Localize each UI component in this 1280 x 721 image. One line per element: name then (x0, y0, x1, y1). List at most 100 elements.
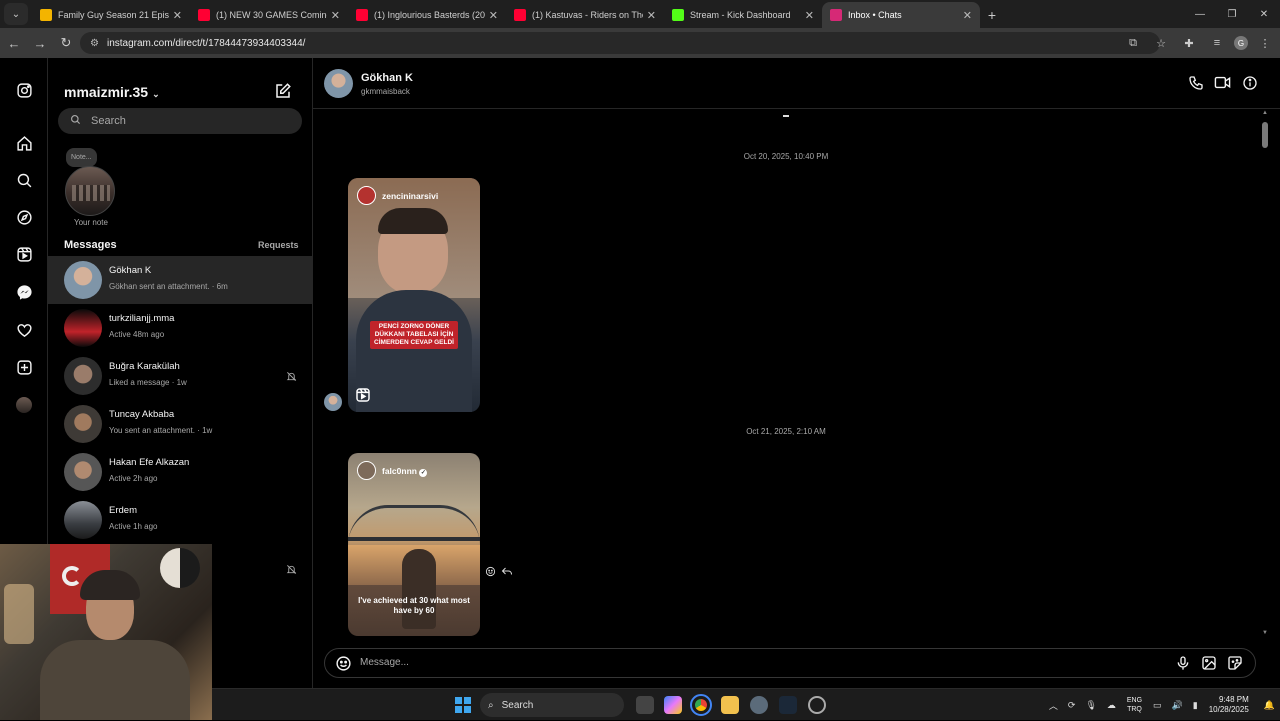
reel-1-body (356, 290, 472, 412)
tab-close-icon[interactable]: ✕ (489, 9, 498, 22)
conversation-item[interactable]: turkzilianjj.mma Active 48m ago (48, 304, 313, 352)
new-message-icon[interactable] (274, 82, 292, 100)
browser-tab[interactable]: Inbox • Chats ✕ (822, 2, 980, 28)
forward-button[interactable]: → (28, 36, 52, 51)
tab-close-icon[interactable]: ✕ (647, 9, 656, 22)
chat-thread: Gökhan K gkmmaisback ▲ ▼ Oct 20, 2025, 1… (313, 58, 1280, 688)
browser-tab[interactable]: (1) Inglourious Basterds (2009) ✕ (348, 2, 506, 28)
restore-button[interactable]: ❐ (1216, 0, 1248, 28)
conversation-avatar (64, 309, 102, 347)
profile-avatar[interactable]: G (1234, 36, 1248, 50)
language-indicator[interactable]: ENG TRQ (1127, 696, 1142, 714)
tray-overflow-icon[interactable]: ︿ (1049, 699, 1058, 712)
conversation-item[interactable]: Tuncay Akbaba You sent an attachment. · 1… (48, 400, 313, 448)
tab-close-icon[interactable]: ✕ (963, 9, 972, 22)
app-recording-icon[interactable] (808, 696, 826, 714)
tab-close-icon[interactable]: ✕ (173, 9, 182, 22)
site-info-icon[interactable]: ⚙ (90, 38, 99, 49)
tray-sync-icon[interactable]: ⟳ (1068, 700, 1076, 711)
tab-favicon-icon (830, 9, 842, 21)
tray-mic-icon[interactable]: 🎙 (1085, 700, 1096, 711)
sender-avatar[interactable] (324, 393, 342, 411)
search-icon[interactable] (14, 170, 34, 190)
tray-battery-icon[interactable]: ▮ (1193, 700, 1198, 711)
reel-2-author-avatar (357, 461, 376, 480)
conversation-item[interactable]: Buğra Karakülah Liked a message · 1w (48, 352, 313, 400)
extensions-icon[interactable]: ✚ (1178, 32, 1200, 54)
url-bar[interactable]: ⚙ instagram.com/direct/t/178444739344033… (80, 32, 1160, 54)
conversation-item[interactable]: Gökhan K Gökhan sent an attachment. · 6m (48, 256, 313, 304)
browser-menu-icon[interactable]: ⋮ (1254, 32, 1276, 54)
tab-favicon-icon (672, 9, 684, 21)
start-button[interactable] (455, 697, 471, 713)
browser-tab[interactable]: Family Guy Season 21 Episode ✕ (32, 2, 190, 28)
your-note-avatar[interactable] (65, 166, 115, 216)
message-composer[interactable]: Message... (324, 648, 1256, 678)
taskbar-search[interactable]: ⌕ Search (480, 693, 624, 717)
tab-search-button[interactable]: ⌄ (4, 3, 28, 25)
task-view-icon[interactable] (636, 696, 654, 714)
requests-link[interactable]: Requests (258, 240, 299, 250)
shared-reel-1[interactable]: zencininarsivi PENCİ ZORNO DÖNER DÜKKANI… (348, 178, 480, 412)
chat-header: Gökhan K gkmmaisback (313, 58, 1280, 109)
conversation-name: Tuncay Akbaba (109, 409, 175, 420)
notification-bell-icon[interactable]: 🔔 (1264, 700, 1275, 711)
media-controls-icon[interactable]: ≡ (1206, 32, 1228, 54)
phone-call-icon[interactable] (1187, 74, 1204, 91)
copilot-icon[interactable] (664, 696, 682, 714)
tab-favicon-icon (40, 9, 52, 21)
messenger-icon[interactable] (14, 282, 34, 302)
reply-icon[interactable] (501, 564, 513, 576)
profile-avatar-icon[interactable] (14, 395, 34, 415)
tab-close-icon[interactable]: ✕ (331, 9, 340, 22)
minimize-button[interactable]: — (1184, 0, 1216, 28)
create-icon[interactable] (14, 357, 34, 377)
browser-tab[interactable]: Stream - Kick Dashboard ✕ (664, 2, 822, 28)
tray-volume-icon[interactable]: 🔊 (1172, 700, 1183, 711)
tray-display-icon[interactable]: ▭ (1153, 700, 1162, 711)
clock[interactable]: 9:48 PM 10/28/2025 (1209, 695, 1249, 715)
back-button[interactable]: ← (2, 36, 26, 51)
home-icon[interactable] (14, 133, 34, 153)
info-icon[interactable] (1241, 74, 1258, 91)
close-window-button[interactable]: ✕ (1248, 0, 1280, 28)
instagram-logo-icon[interactable] (14, 80, 34, 100)
video-call-icon[interactable] (1214, 74, 1231, 91)
conversation-name: turkzilianjj.mma (109, 313, 175, 324)
conversation-item[interactable]: Erdem Active 1h ago (48, 496, 313, 544)
muted-bell-icon (286, 562, 297, 574)
scroll-up-arrow-icon[interactable]: ▲ (1262, 110, 1268, 116)
emoji-picker-icon[interactable] (335, 655, 352, 672)
browser-tab[interactable]: (1) NEW 30 GAMES Coming in ✕ (190, 2, 348, 28)
chrome-icon[interactable] (690, 694, 712, 716)
shared-reel-2[interactable]: falc0nnn ✓ I've achieved at 30 what most… (348, 453, 480, 636)
chat-scrollbar[interactable]: ▲ ▼ (1260, 110, 1270, 636)
conversation-avatar (64, 501, 102, 539)
search-input[interactable]: Search (58, 108, 302, 134)
microphone-icon[interactable] (1175, 655, 1192, 672)
file-explorer-icon[interactable] (721, 696, 739, 714)
reels-icon[interactable] (14, 244, 34, 264)
chat-avatar[interactable] (324, 69, 353, 98)
image-upload-icon[interactable] (1201, 655, 1218, 672)
chat-contact-name[interactable]: Gökhan K (361, 72, 413, 84)
reload-button[interactable]: ↻ (54, 35, 78, 51)
conversation-preview: Active 1h ago (109, 522, 158, 531)
account-switcher[interactable]: mmaizmir.35 ⌄ (64, 84, 160, 100)
react-emoji-icon[interactable] (485, 564, 497, 577)
scrollbar-thumb[interactable] (1262, 122, 1268, 148)
new-tab-button[interactable]: + (980, 7, 1004, 23)
steam-icon[interactable] (779, 696, 797, 714)
note-bubble[interactable]: Note... (66, 148, 97, 167)
browser-tab[interactable]: (1) Kastuvas - Riders on The St ✕ (506, 2, 664, 28)
install-app-icon[interactable]: ⧉ (1122, 32, 1144, 54)
bookmark-star-icon[interactable]: ☆ (1150, 32, 1172, 54)
tray-cloud-icon[interactable]: ☁ (1107, 700, 1116, 711)
conversation-item[interactable]: Hakan Efe Alkazan Active 2h ago (48, 448, 313, 496)
scroll-down-arrow-icon[interactable]: ▼ (1262, 630, 1268, 636)
tab-close-icon[interactable]: ✕ (805, 9, 814, 22)
sticker-icon[interactable] (1227, 655, 1244, 672)
explore-icon[interactable] (14, 207, 34, 227)
settings-icon[interactable] (750, 696, 768, 714)
notifications-heart-icon[interactable] (14, 320, 34, 340)
